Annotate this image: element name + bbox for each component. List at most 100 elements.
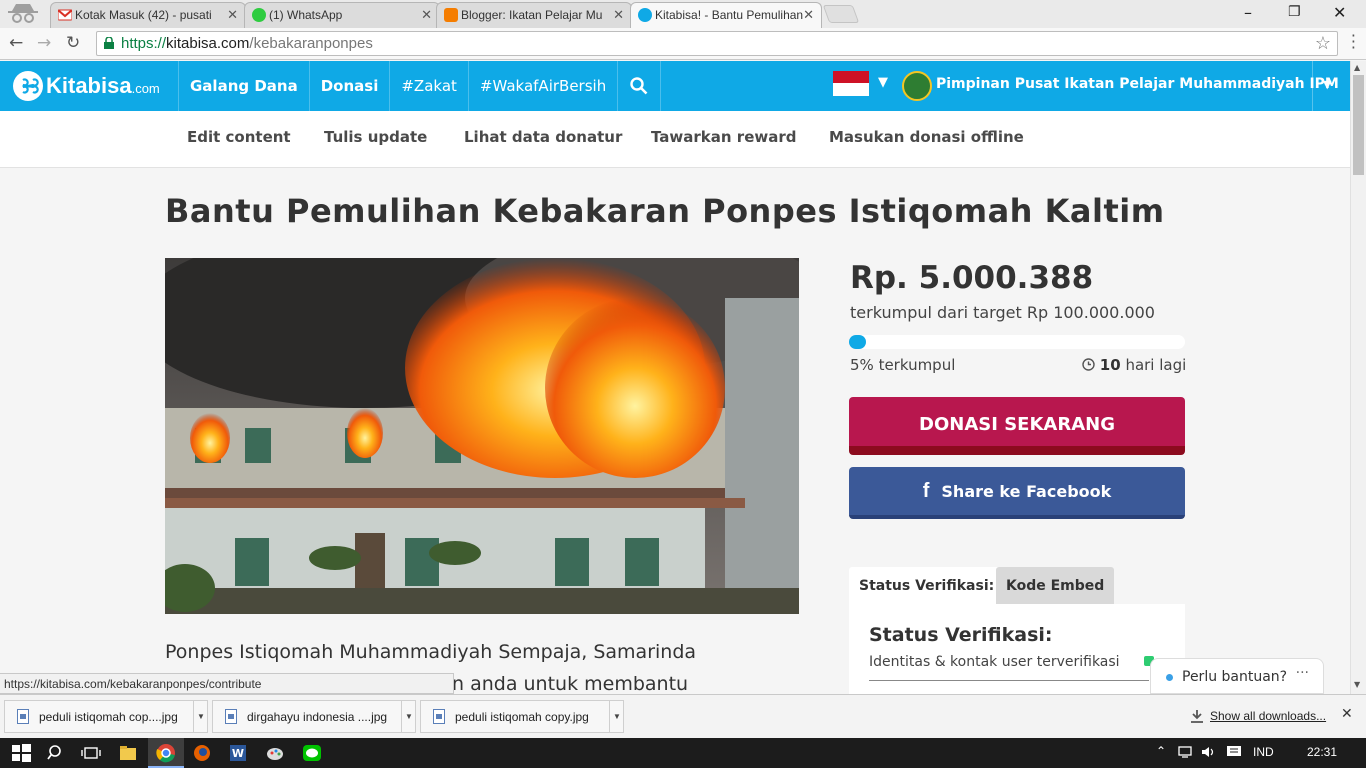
paint-icon[interactable] bbox=[264, 742, 286, 764]
chrome-icon[interactable] bbox=[155, 742, 177, 764]
tab-blogger[interactable]: Blogger: Ikatan Pelajar Mu ✕ bbox=[436, 2, 632, 28]
tab-whatsapp[interactable]: (1) WhatsApp ✕ bbox=[244, 2, 440, 28]
action-center-icon[interactable] bbox=[1226, 745, 1242, 759]
account-chevron-down-icon[interactable]: ▼ bbox=[1323, 78, 1331, 91]
progress-percent: 5% terkumpul bbox=[850, 356, 956, 374]
network-icon[interactable] bbox=[1178, 745, 1194, 759]
task-view-icon[interactable] bbox=[80, 742, 102, 764]
facebook-icon: f bbox=[922, 479, 930, 502]
share-facebook-button[interactable]: f Share ke Facebook bbox=[849, 467, 1185, 519]
description-line: Ponpes Istiqomah Muhammadiyah Sempaja, S… bbox=[165, 641, 697, 663]
verification-row: Identitas & kontak user terverifikasi bbox=[869, 654, 1120, 670]
close-downloads-icon[interactable]: ✕ bbox=[1341, 706, 1353, 722]
image-file-icon bbox=[17, 709, 29, 724]
language-chevron-down-icon[interactable]: ▼ bbox=[878, 75, 888, 90]
forward-arrow-icon[interactable]: → bbox=[37, 33, 51, 53]
clock-time[interactable]: 22:31 bbox=[1307, 745, 1337, 759]
tawarkan-reward-link[interactable]: Tawarkan reward bbox=[651, 128, 796, 146]
nav-donasi[interactable]: Donasi bbox=[308, 61, 390, 111]
chrome-menu-icon[interactable]: · · · bbox=[1351, 28, 1356, 56]
file-explorer-icon[interactable] bbox=[117, 742, 139, 764]
close-tab-icon[interactable]: ✕ bbox=[803, 7, 814, 23]
input-language[interactable]: IND bbox=[1253, 745, 1274, 759]
url-scheme: https:// bbox=[121, 35, 167, 52]
share-facebook-label: Share ke Facebook bbox=[941, 481, 1112, 501]
close-tab-icon[interactable]: ✕ bbox=[421, 7, 432, 23]
tab-kode-embed[interactable]: Kode Embed bbox=[996, 567, 1115, 604]
online-dot-icon bbox=[1166, 674, 1173, 681]
url-host: kitabisa.com bbox=[166, 35, 250, 52]
restore-icon[interactable]: ❐ bbox=[1288, 4, 1301, 20]
verification-panel: Status Verifikasi: Identitas & kontak us… bbox=[849, 604, 1185, 704]
days-remaining: 10 hari lagi bbox=[1082, 356, 1186, 374]
campaign-title: Bantu Pemulihan Kebakaran Ponpes Istiqom… bbox=[165, 192, 1165, 230]
download-menu-chevron-icon[interactable]: ▼ bbox=[609, 701, 623, 732]
windows-taskbar: W ⌃ IND 22:31 bbox=[0, 738, 1366, 768]
downloads-shelf: peduli istiqomah cop....jpg ▼ dirgahayu … bbox=[0, 694, 1366, 738]
download-item[interactable]: peduli istiqomah copy.jpg ▼ bbox=[420, 700, 624, 733]
days-suffix: hari lagi bbox=[1125, 356, 1187, 374]
show-all-downloads-link[interactable]: Show all downloads... bbox=[1210, 709, 1326, 723]
campaign-admin-menu: Edit content Tulis update Lihat data don… bbox=[0, 111, 1350, 168]
word-icon[interactable]: W bbox=[227, 742, 249, 764]
close-window-icon[interactable]: ✕ bbox=[1333, 3, 1346, 22]
bookmark-star-icon[interactable]: ☆ bbox=[1315, 33, 1331, 54]
download-item[interactable]: peduli istiqomah cop....jpg ▼ bbox=[4, 700, 208, 733]
kitabisa-icon bbox=[638, 8, 652, 22]
page-scrollbar[interactable]: ▲ ▼ bbox=[1350, 61, 1366, 694]
scrollbar-thumb[interactable] bbox=[1353, 75, 1364, 175]
days-number: 10 bbox=[1099, 356, 1121, 374]
nav-wakaf-air-bersih[interactable]: #WakafAirBersih bbox=[467, 61, 617, 111]
reload-icon[interactable]: ↻ bbox=[66, 33, 80, 53]
tray-expand-icon[interactable]: ⌃ bbox=[1156, 744, 1166, 758]
org-avatar[interactable] bbox=[902, 71, 932, 101]
divider bbox=[869, 680, 1149, 681]
tab-gmail[interactable]: Kotak Masuk (42) - pusati ✕ bbox=[50, 2, 246, 28]
tab-status-verifikasi[interactable]: Status Verifikasi: bbox=[849, 567, 1005, 604]
address-bar[interactable]: https://kitabisa.com/kebakaranponpes ☆ bbox=[96, 31, 1338, 56]
close-tab-icon[interactable]: ✕ bbox=[613, 7, 624, 23]
indonesia-flag-icon[interactable] bbox=[833, 71, 869, 96]
lock-icon bbox=[104, 37, 114, 49]
progress-fill bbox=[849, 335, 866, 349]
search-button[interactable] bbox=[617, 61, 662, 111]
tulis-update-link[interactable]: Tulis update bbox=[324, 128, 427, 146]
nav-zakat[interactable]: #Zakat bbox=[389, 61, 468, 111]
masukan-donasi-offline-link[interactable]: Masukan donasi offline bbox=[829, 128, 1024, 146]
donate-now-button[interactable]: DONASI SEKARANG bbox=[849, 397, 1185, 455]
download-menu-chevron-icon[interactable]: ▼ bbox=[401, 701, 415, 732]
firefox-icon[interactable] bbox=[191, 742, 213, 764]
kitabisa-logo[interactable]: Kitabisa.com bbox=[13, 71, 160, 101]
new-tab-button[interactable] bbox=[822, 5, 860, 23]
logo-text: Kitabisa.com bbox=[46, 73, 160, 98]
help-chat-widget[interactable]: Perlu bantuan? ··· bbox=[1150, 658, 1324, 694]
download-item[interactable]: dirgahayu indonesia ....jpg ▼ bbox=[212, 700, 416, 733]
search-icon[interactable] bbox=[45, 742, 67, 764]
download-menu-chevron-icon[interactable]: ▼ bbox=[193, 701, 207, 732]
campaign-fire-image bbox=[165, 258, 799, 614]
minimize-icon[interactable]: – bbox=[1244, 3, 1252, 22]
close-tab-icon[interactable]: ✕ bbox=[227, 7, 238, 23]
whatsapp-icon bbox=[252, 8, 266, 22]
edit-content-link[interactable]: Edit content bbox=[187, 128, 291, 146]
download-arrow-icon bbox=[1191, 710, 1203, 723]
tab-title: (1) WhatsApp bbox=[269, 8, 343, 22]
tab-title: Kotak Masuk (42) - pusati bbox=[75, 8, 212, 22]
more-options-icon[interactable]: ··· bbox=[1296, 665, 1309, 681]
scroll-down-icon[interactable]: ▼ bbox=[1354, 680, 1360, 689]
tab-kitabisa[interactable]: Kitabisa! - Bantu Pemulihan ✕ bbox=[630, 2, 822, 28]
windows-start-icon[interactable] bbox=[10, 742, 32, 764]
svg-text:W: W bbox=[232, 747, 244, 760]
volume-icon[interactable] bbox=[1201, 745, 1217, 759]
header-divider bbox=[1312, 61, 1313, 111]
target-amount: terkumpul dari target Rp 100.000.000 bbox=[850, 303, 1155, 322]
link-status-bar: https://kitabisa.com/kebakaranponpes/con… bbox=[0, 673, 454, 694]
download-filename: dirgahayu indonesia ....jpg bbox=[247, 710, 388, 724]
line-app-icon[interactable] bbox=[301, 742, 323, 764]
back-arrow-icon[interactable]: ← bbox=[9, 33, 23, 53]
kitabisa-logo-icon bbox=[13, 71, 43, 101]
lihat-data-donatur-link[interactable]: Lihat data donatur bbox=[464, 128, 622, 146]
scroll-up-icon[interactable]: ▲ bbox=[1354, 63, 1360, 72]
nav-galang-dana[interactable]: Galang Dana bbox=[178, 61, 309, 111]
org-name[interactable]: Pimpinan Pusat Ikatan Pelajar Muhammadiy… bbox=[936, 76, 1339, 92]
